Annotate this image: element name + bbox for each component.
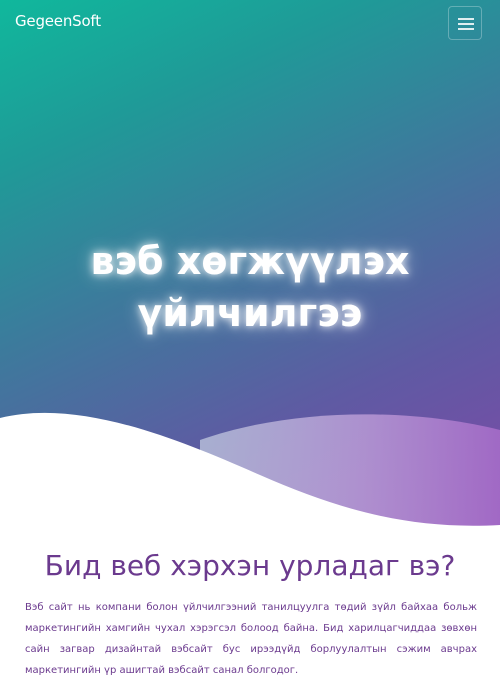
- brand-logo[interactable]: GegeenSoft: [15, 12, 101, 30]
- hamburger-menu-icon[interactable]: [448, 6, 482, 40]
- menu-bar-line: [458, 18, 474, 20]
- section-description: Вэб сайт нь компани болон үйлчилгээний т…: [25, 602, 477, 676]
- menu-bar-line: [458, 23, 474, 25]
- wave-divider: [0, 412, 500, 550]
- menu-bar-line: [458, 28, 474, 30]
- section-title: Бид веб хэрхэн урладаг вэ?: [44, 549, 456, 582]
- hero-title: вэб хөгжүүлэх үйлчилгээ: [90, 239, 410, 336]
- navbar: GegeenSoft: [0, 0, 500, 46]
